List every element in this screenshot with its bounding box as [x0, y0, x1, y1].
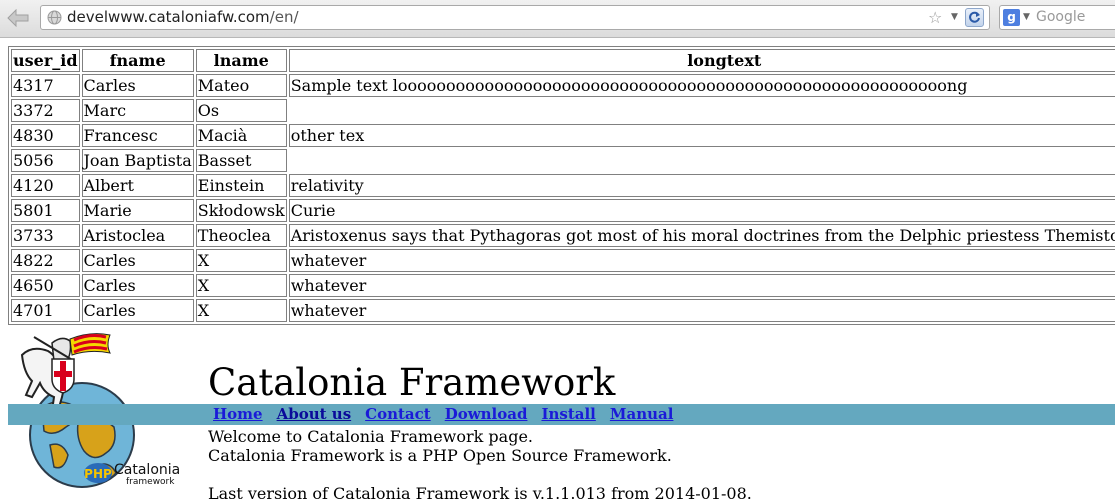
cell-lname: X — [195, 274, 287, 297]
cell-longtext: other tex — [288, 124, 1115, 147]
menu-link-about-us[interactable]: About us — [277, 404, 352, 425]
cell-lname: X — [195, 299, 287, 322]
reload-icon — [969, 11, 980, 23]
browser-toolbar: develwww.cataloniafw.com/en/ ☆ ▼ g ▼ Goo… — [0, 0, 1115, 38]
cell-fname: Aristoclea — [81, 224, 194, 247]
cell-longtext: Curie — [288, 199, 1115, 222]
cell-longtext: whatever — [288, 249, 1115, 272]
menu-link-manual[interactable]: Manual — [610, 404, 674, 425]
table-row: 4701 Carles Xwhatever — [11, 299, 1115, 322]
cell-user-id: 3372 — [11, 99, 80, 122]
table-row: 4822 Carles Xwhatever — [11, 249, 1115, 272]
cell-user-id: 4120 — [11, 174, 80, 197]
search-engine-dropdown-icon[interactable]: ▼ — [1023, 12, 1030, 22]
site-title: Catalonia Framework — [208, 361, 616, 404]
cell-lname: Os — [195, 99, 287, 122]
bookmark-star-icon[interactable]: ☆ — [928, 8, 942, 27]
url-dropdown-icon[interactable]: ▼ — [951, 12, 958, 22]
cell-lname: Macià — [195, 124, 287, 147]
table-header-row: user_id fname lname longtext — [11, 49, 1115, 72]
cell-longtext — [289, 149, 1115, 172]
table-row: 5056 Joan Baptista Basset — [11, 149, 1115, 172]
menu-link-download[interactable]: Download — [445, 404, 528, 425]
cell-fname: Carles — [81, 274, 194, 297]
cell-user-id: 4650 — [11, 274, 80, 297]
table-row: 3733 Aristoclea Theoclea Aristoxenus says t… — [11, 224, 1115, 247]
cell-user-id: 5801 — [11, 199, 80, 222]
cell-lname: Theoclea — [195, 224, 287, 247]
cell-longtext: whatever — [288, 299, 1115, 322]
content-line: Last version of Catalonia Framework is v… — [208, 484, 752, 501]
cell-user-id: 4822 — [11, 249, 80, 272]
cell-user-id: 3733 — [11, 224, 80, 247]
cell-user-id: 5056 — [11, 149, 80, 172]
cell-lname: Einstein — [195, 174, 287, 197]
address-bar[interactable]: develwww.cataloniafw.com/en/ ☆ ▼ — [40, 5, 990, 30]
main-menu: Home About us Contact Download Install Manual — [213, 404, 673, 425]
menu-link-install[interactable]: Install — [541, 404, 595, 425]
cell-user-id: 4830 — [11, 124, 80, 147]
table-row: 4650 Carles Xwhatever — [11, 274, 1115, 297]
logo-text: Catalonia — [114, 462, 180, 478]
cell-fname: Marie — [81, 199, 194, 222]
cell-longtext: Sample text looooooooooooooooooooooooooo… — [288, 74, 1115, 97]
table-row: 4830 Francesc Macià other tex — [11, 124, 1115, 147]
cell-fname: Marc — [81, 99, 194, 122]
cell-fname: Carles — [81, 249, 194, 272]
cell-longtext: Aristoxenus says that Pythagoras got mos… — [288, 224, 1115, 247]
logo-subtext: framework — [126, 477, 175, 487]
cell-lname: Mateo — [195, 74, 287, 97]
cell-fname: Albert — [81, 174, 194, 197]
cell-lname: Skłodowsk — [195, 199, 287, 222]
cell-fname: Francesc — [81, 124, 194, 147]
menu-link-home[interactable]: Home — [213, 404, 263, 425]
search-bar[interactable]: g ▼ Google — [999, 5, 1115, 30]
table-row: 4120 Albert Einstein relativity — [11, 174, 1115, 197]
cell-lname: Basset — [195, 149, 287, 172]
cell-user-id: 4317 — [11, 74, 80, 97]
table-row: 3372 Marc Os — [11, 99, 1115, 122]
cell-lname: X — [195, 249, 287, 272]
cell-fname: Joan Baptista — [81, 149, 194, 172]
globe-icon — [47, 10, 62, 25]
google-engine-icon[interactable]: g — [1003, 9, 1020, 26]
back-arrow-icon[interactable] — [6, 6, 30, 30]
cell-fname: Carles — [81, 74, 194, 97]
url-host: develwww.cataloniafw.com — [67, 8, 270, 26]
content-line: Welcome to Catalonia Framework page. — [208, 427, 534, 446]
url-path: /en/ — [269, 8, 299, 26]
column-header-user-id: user_id — [11, 49, 80, 72]
url-text: develwww.cataloniafw.com/en/ — [67, 8, 299, 26]
cell-longtext — [289, 99, 1115, 122]
cell-longtext: whatever — [288, 274, 1115, 297]
cell-user-id: 4701 — [11, 299, 80, 322]
reload-button[interactable] — [965, 8, 984, 27]
users-table: user_id fname lname longtext 4317 Carles Mate… — [8, 46, 1115, 325]
content-line: Catalonia Framework is a PHP Open Source… — [208, 446, 672, 465]
search-placeholder: Google — [1036, 9, 1086, 25]
column-header-fname: fname — [81, 49, 194, 72]
cell-longtext: relativity — [288, 174, 1115, 197]
cell-fname: Carles — [81, 299, 194, 322]
column-header-lname: lname — [195, 49, 287, 72]
column-header-longtext: longtext — [288, 49, 1115, 72]
logo-php-text: PHP — [84, 467, 112, 481]
page-content: Welcome to Catalonia Framework page. Cata… — [208, 427, 752, 501]
menu-link-contact[interactable]: Contact — [365, 404, 431, 425]
table-row: 5801 Marie Skłodowsk Curie — [11, 199, 1115, 222]
table-row: 4317 Carles Mateo Sample text loooooooooooo… — [11, 74, 1115, 97]
